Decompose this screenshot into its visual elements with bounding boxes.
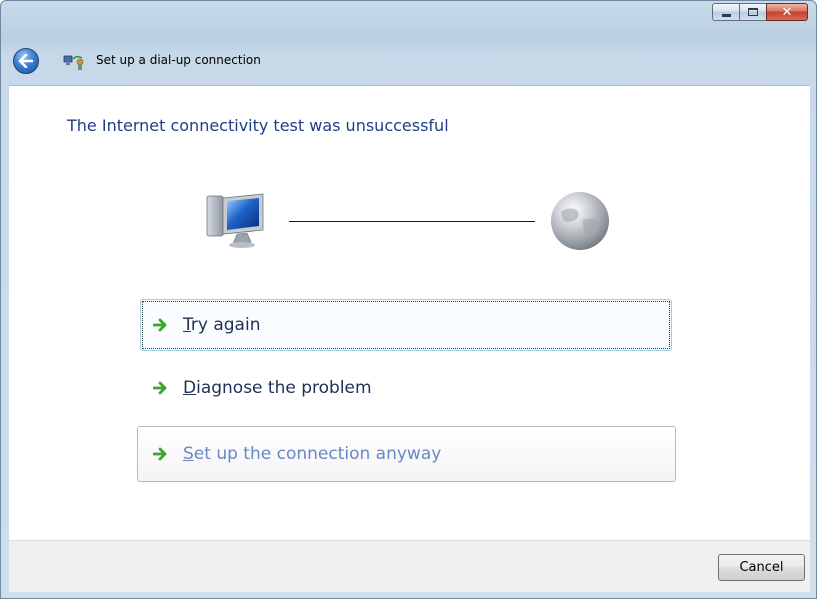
set-up-anyway-option[interactable]: Set up the connection anyway xyxy=(137,426,676,482)
try-again-option[interactable]: Try again xyxy=(140,299,672,351)
mnemonic-letter: S xyxy=(183,444,194,464)
wizard-nav-bar: Set up a dial-up connection xyxy=(1,31,816,85)
globe-icon xyxy=(551,192,609,250)
option-text: iagnose the problem xyxy=(196,378,372,398)
minimize-icon xyxy=(721,13,731,17)
green-arrow-icon xyxy=(153,380,171,396)
option-text: et up the connection anyway xyxy=(193,444,442,464)
wizard-content: The Internet connectivity test was unsuc… xyxy=(9,85,810,540)
try-again-label: Try again xyxy=(183,315,260,335)
back-button[interactable] xyxy=(13,48,39,74)
page-heading: The Internet connectivity test was unsuc… xyxy=(67,116,449,135)
window-title: Set up a dial-up connection xyxy=(96,53,261,67)
back-arrow-icon xyxy=(18,54,34,68)
dial-up-connection-icon xyxy=(63,55,84,70)
dialog-window: ✕ Set up a dial-up connection The Intern… xyxy=(0,0,817,599)
caption-buttons: ✕ xyxy=(712,3,808,21)
mnemonic-letter: T xyxy=(183,315,191,335)
green-arrow-icon xyxy=(153,446,171,462)
option-text: ry again xyxy=(190,315,261,335)
wizard-footer: Cancel xyxy=(9,540,810,592)
cancel-button[interactable]: Cancel xyxy=(718,554,805,581)
mnemonic-letter: D xyxy=(183,378,197,398)
minimize-button[interactable] xyxy=(712,3,740,21)
set-up-anyway-label: Set up the connection anyway xyxy=(183,444,441,464)
maximize-icon xyxy=(748,8,758,16)
close-icon: ✕ xyxy=(781,4,793,20)
maximize-button[interactable] xyxy=(739,3,767,21)
diagnose-problem-option[interactable]: Diagnose the problem xyxy=(140,362,672,414)
green-arrow-icon xyxy=(153,317,171,333)
connection-line xyxy=(289,221,535,222)
computer-icon xyxy=(206,193,264,248)
caption-bar: ✕ xyxy=(1,1,816,31)
diagnose-problem-label: Diagnose the problem xyxy=(183,378,372,398)
close-button[interactable]: ✕ xyxy=(766,3,808,21)
